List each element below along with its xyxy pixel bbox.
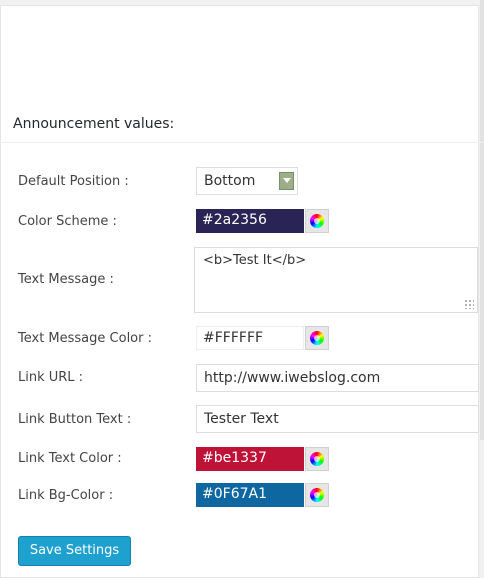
text-message-label: Text Message : xyxy=(18,272,114,287)
resize-handle-icon[interactable] xyxy=(464,299,474,309)
scrollbar-track[interactable] xyxy=(480,0,484,578)
link-button-text-input[interactable]: Tester Text xyxy=(196,405,479,433)
color-wheel-icon xyxy=(310,214,324,228)
section-title: Announcement values: xyxy=(13,116,175,132)
color-wheel-icon xyxy=(310,452,324,466)
color-scheme-input[interactable]: #2a2356 xyxy=(196,209,304,233)
default-position-select[interactable]: Bottom xyxy=(196,167,298,195)
scrollbar-thumb[interactable] xyxy=(480,0,484,440)
link-text-color-label: Link Text Color : xyxy=(18,451,122,466)
link-text-color-picker-button[interactable] xyxy=(305,447,329,471)
text-message-color-label: Text Message Color : xyxy=(18,331,152,346)
link-bg-color-label: Link Bg-Color : xyxy=(18,488,114,503)
section-divider xyxy=(0,142,484,143)
link-bg-color-input[interactable]: #0F67A1 xyxy=(196,483,304,507)
default-position-label: Default Position : xyxy=(18,174,129,189)
link-text-color-input[interactable]: #be1337 xyxy=(196,447,304,471)
color-wheel-icon xyxy=(310,331,324,345)
default-position-value: Bottom xyxy=(204,173,256,189)
link-bg-color-picker-button[interactable] xyxy=(305,483,329,507)
color-scheme-picker-button[interactable] xyxy=(305,209,329,233)
text-message-textarea[interactable]: <b>Test It</b> xyxy=(194,247,478,313)
link-url-label: Link URL : xyxy=(18,370,84,385)
text-message-color-picker-button[interactable] xyxy=(305,326,329,350)
text-message-color-input[interactable]: #FFFFFF xyxy=(196,326,304,350)
link-url-input[interactable]: http://www.iwebslog.com xyxy=(196,364,479,392)
text-message-value: <b>Test It</b> xyxy=(203,253,307,268)
link-button-text-label: Link Button Text : xyxy=(18,412,132,427)
color-scheme-label: Color Scheme : xyxy=(18,214,117,229)
save-settings-button[interactable]: Save Settings xyxy=(18,536,131,566)
chevron-down-icon[interactable] xyxy=(279,172,294,190)
color-wheel-icon xyxy=(310,488,324,502)
